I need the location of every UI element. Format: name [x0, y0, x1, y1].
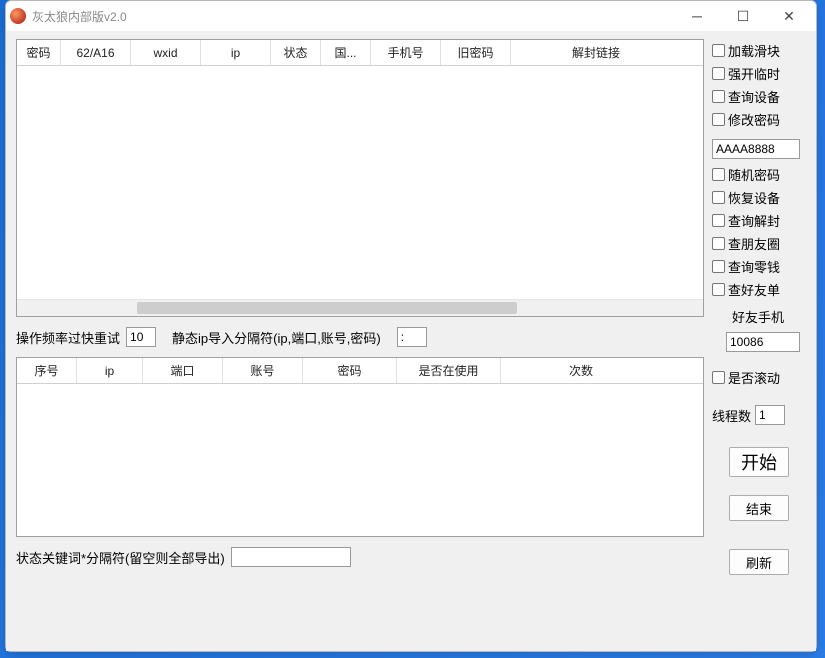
friend-phone-input[interactable] — [726, 332, 800, 352]
proxy-col-1[interactable]: ip — [77, 358, 143, 383]
thread-label: 线程数 — [712, 406, 751, 425]
opt-mid-5[interactable]: 查好友单 — [712, 280, 806, 299]
retry-label: 操作频率过快重试 — [16, 328, 120, 347]
end-button[interactable]: 结束 — [729, 495, 789, 521]
opt-top-label-1: 强开临时 — [728, 64, 780, 83]
thread-input[interactable] — [755, 405, 785, 425]
opt-top-label-3: 修改密码 — [728, 110, 780, 129]
checkbox-icon — [712, 44, 725, 57]
app-window: 灰太狼内部版v2.0 ─ ☐ ✕ 密码62/A16wxidip状态国...手机号… — [5, 0, 817, 652]
opt-mid-label-0: 随机密码 — [728, 165, 780, 184]
proxy-col-5[interactable]: 是否在使用 — [397, 358, 501, 383]
keyword-input[interactable] — [231, 547, 351, 567]
opt-mid-label-1: 恢复设备 — [728, 188, 780, 207]
opt-mid-1[interactable]: 恢复设备 — [712, 188, 806, 207]
checkbox-icon — [712, 260, 725, 273]
scroll-checkbox-label: 是否滚动 — [728, 368, 780, 387]
accounts-col-2[interactable]: wxid — [131, 40, 201, 65]
opt-top-1[interactable]: 强开临时 — [712, 64, 806, 83]
checkbox-icon — [712, 191, 725, 204]
opt-mid-label-4: 查询零钱 — [728, 257, 780, 276]
proxy-col-0[interactable]: 序号 — [17, 358, 77, 383]
client-area: 密码62/A16wxidip状态国...手机号旧密码解封链接 操作频率过快重试 … — [6, 31, 816, 651]
proxy-col-2[interactable]: 端口 — [143, 358, 223, 383]
accounts-col-4[interactable]: 状态 — [271, 40, 321, 65]
password-input[interactable] — [712, 139, 800, 159]
opt-mid-0[interactable]: 随机密码 — [712, 165, 806, 184]
thread-row: 线程数 — [712, 405, 806, 425]
opt-mid-3[interactable]: 查朋友圈 — [712, 234, 806, 253]
filter-row: 状态关键词*分隔符(留空则全部导出) — [16, 547, 704, 567]
side-panel: 加载滑块强开临时查询设备修改密码 随机密码恢复设备查询解封查朋友圈查询零钱查好友… — [712, 39, 806, 641]
opt-top-2[interactable]: 查询设备 — [712, 87, 806, 106]
maximize-button[interactable]: ☐ — [720, 2, 766, 30]
app-icon — [10, 8, 26, 24]
horizontal-scrollbar[interactable] — [17, 299, 703, 316]
left-column: 密码62/A16wxidip状态国...手机号旧密码解封链接 操作频率过快重试 … — [16, 39, 704, 641]
proxy-col-4[interactable]: 密码 — [303, 358, 397, 383]
accounts-col-1[interactable]: 62/A16 — [61, 40, 131, 65]
checkbox-icon — [712, 67, 725, 80]
opt-mid-label-2: 查询解封 — [728, 211, 780, 230]
opt-top-label-2: 查询设备 — [728, 87, 780, 106]
opt-mid-4[interactable]: 查询零钱 — [712, 257, 806, 276]
scroll-checkbox[interactable]: 是否滚动 — [712, 368, 806, 387]
proxy-table-body — [17, 384, 703, 536]
checkbox-icon — [712, 214, 725, 227]
proxy-col-3[interactable]: 账号 — [223, 358, 303, 383]
minimize-button[interactable]: ─ — [674, 2, 720, 30]
accounts-col-6[interactable]: 手机号 — [371, 40, 441, 65]
delimiter-input[interactable] — [397, 327, 427, 347]
checkbox-icon — [712, 237, 725, 250]
start-button[interactable]: 开始 — [729, 447, 789, 477]
opt-top-0[interactable]: 加载滑块 — [712, 41, 806, 60]
window-title: 灰太狼内部版v2.0 — [32, 8, 127, 25]
accounts-col-7[interactable]: 旧密码 — [441, 40, 511, 65]
keyword-label: 状态关键词*分隔符(留空则全部导出) — [16, 548, 225, 567]
checkbox-icon — [712, 283, 725, 296]
accounts-table-body — [17, 66, 703, 316]
checkbox-icon — [712, 371, 725, 384]
opt-top-3[interactable]: 修改密码 — [712, 110, 806, 129]
opt-top-label-0: 加载滑块 — [728, 41, 780, 60]
proxy-col-6[interactable]: 次数 — [501, 358, 661, 383]
delimiter-label: 静态ip导入分隔符(ip,端口,账号,密码) — [172, 328, 381, 347]
opt-mid-label-3: 查朋友圈 — [728, 234, 780, 253]
scrollbar-thumb[interactable] — [137, 302, 517, 314]
checkbox-icon — [712, 90, 725, 103]
friend-phone-label: 好友手机 — [712, 307, 806, 326]
checkbox-icon — [712, 113, 725, 126]
checkbox-icon — [712, 168, 725, 181]
proxy-table[interactable]: 序号ip端口账号密码是否在使用次数 — [16, 357, 704, 537]
accounts-table-header: 密码62/A16wxidip状态国...手机号旧密码解封链接 — [17, 40, 703, 66]
accounts-col-3[interactable]: ip — [201, 40, 271, 65]
opt-mid-label-5: 查好友单 — [728, 280, 780, 299]
accounts-col-0[interactable]: 密码 — [17, 40, 61, 65]
proxy-table-header: 序号ip端口账号密码是否在使用次数 — [17, 358, 703, 384]
accounts-table[interactable]: 密码62/A16wxidip状态国...手机号旧密码解封链接 — [16, 39, 704, 317]
options-row: 操作频率过快重试 静态ip导入分隔符(ip,端口,账号,密码) — [16, 327, 704, 347]
refresh-button[interactable]: 刷新 — [729, 549, 789, 575]
accounts-col-5[interactable]: 国... — [321, 40, 371, 65]
close-button[interactable]: ✕ — [766, 2, 812, 30]
accounts-col-8[interactable]: 解封链接 — [511, 40, 681, 65]
retry-input[interactable] — [126, 327, 156, 347]
opt-mid-2[interactable]: 查询解封 — [712, 211, 806, 230]
title-bar: 灰太狼内部版v2.0 ─ ☐ ✕ — [6, 1, 816, 31]
